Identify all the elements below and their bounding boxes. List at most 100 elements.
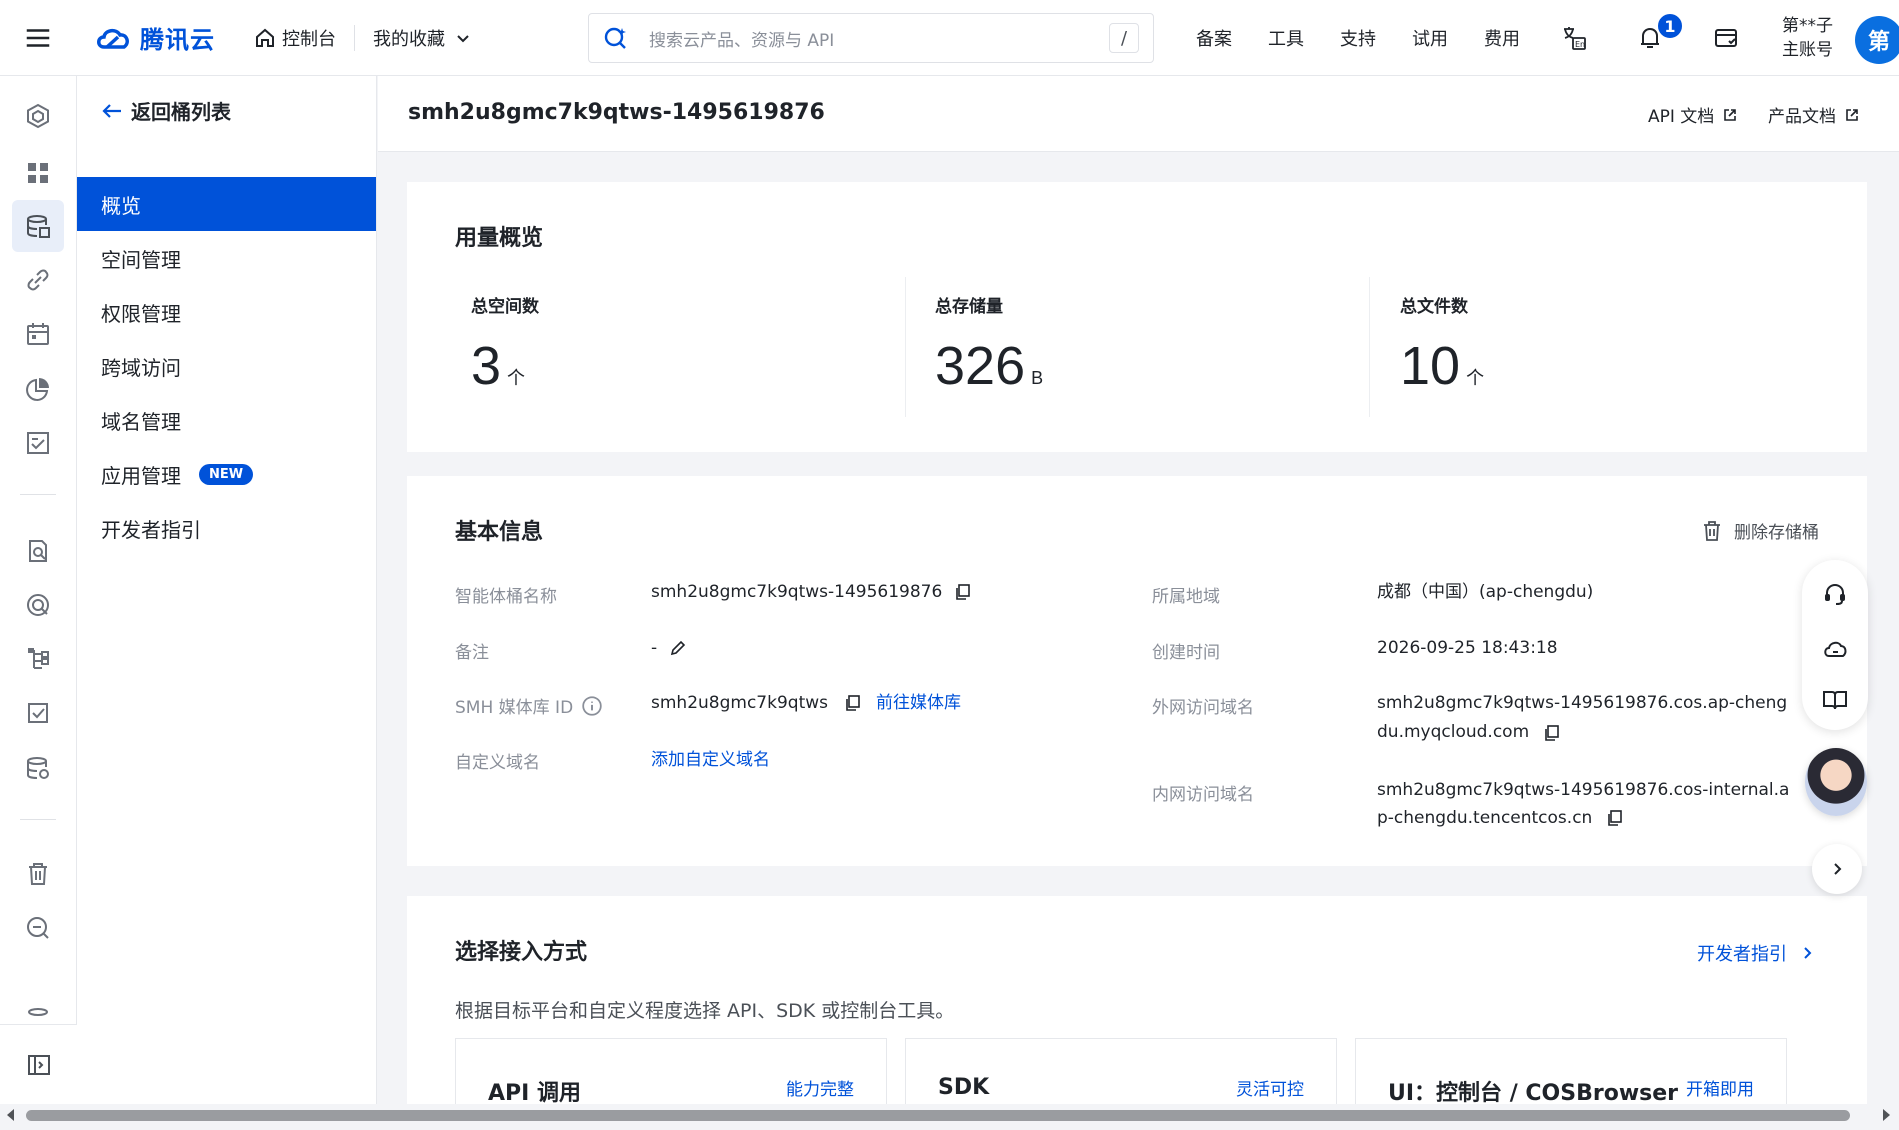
option-title: SDK <box>938 1075 990 1100</box>
stat-label: 总存储量 <box>935 297 1003 317</box>
workflow-icon[interactable] <box>12 633 64 685</box>
sidebar-item-permission-management[interactable]: 权限管理 <box>77 285 376 339</box>
product-doc-label: 产品文档 <box>1768 107 1836 127</box>
smh-id-text: smh2u8gmc7k9qtws <box>651 693 828 713</box>
horizontal-scrollbar[interactable] <box>0 1104 1899 1126</box>
access-option-ui[interactable]: UI：控制台 / COSBrowser 开箱即用 <box>1355 1038 1787 1104</box>
access-option-api[interactable]: API 调用 能力完整 <box>455 1038 887 1104</box>
trash-icon[interactable] <box>12 848 64 900</box>
internal-domain-line1: smh2u8gmc7k9qtws-1495619876.cos-internal… <box>1377 780 1790 800</box>
scrollbar-thumb[interactable] <box>26 1110 1850 1121</box>
expand-panel-button[interactable] <box>1812 844 1862 894</box>
svg-text:En: En <box>1575 40 1585 49</box>
cart-icon[interactable] <box>1710 22 1742 54</box>
top-link-tools[interactable]: 工具 <box>1268 25 1304 51</box>
database-settings-icon[interactable] <box>12 742 64 794</box>
bucket-name-value: smh2u8gmc7k9qtws-1495619876 <box>651 578 972 606</box>
arrow-left-icon <box>102 103 121 118</box>
tencent-cloud-logo[interactable]: 腾讯云 <box>94 20 215 55</box>
basic-info-card: 基本信息 删除存储桶 智能体桶名称 smh2u8gmc7k9qtws-14956… <box>407 476 1867 866</box>
favorites-dropdown[interactable]: 我的收藏 <box>373 25 471 51</box>
sidebar-item-developer-guide[interactable]: 开发者指引 <box>77 501 376 555</box>
chevron-down-icon <box>457 34 469 42</box>
customer-service-icon[interactable] <box>1819 578 1851 610</box>
console-link[interactable]: 控制台 <box>253 25 336 51</box>
copy-icon[interactable] <box>1606 809 1624 827</box>
search-box[interactable]: 搜索云产品、资源与 API / <box>588 13 1154 63</box>
public-domain-label: 外网访问域名 <box>1152 698 1254 718</box>
info-icon[interactable] <box>581 695 603 717</box>
account-info[interactable]: 第**子 主账号 <box>1782 14 1833 62</box>
scroll-left-icon[interactable] <box>4 1107 18 1123</box>
bucket-list-icon[interactable] <box>12 200 64 252</box>
product-doc-link[interactable]: 产品文档 <box>1768 102 1860 127</box>
search-input[interactable]: 搜索云产品、资源与 API <box>649 26 1109 51</box>
top-link-filing[interactable]: 备案 <box>1196 25 1232 51</box>
avatar[interactable]: 第 <box>1855 16 1899 64</box>
api-doc-link[interactable]: API 文档 <box>1648 102 1738 127</box>
calendar-icon[interactable] <box>12 308 64 360</box>
floating-toolbar <box>1802 560 1868 730</box>
sidebar-item-overview[interactable]: 概览 <box>77 177 376 231</box>
divider <box>354 24 355 51</box>
delete-bucket-button[interactable]: 删除存储桶 <box>1700 518 1819 543</box>
task-check-icon[interactable] <box>12 687 64 739</box>
notification-bell-icon[interactable]: 1 <box>1634 12 1684 54</box>
page-header: smh2u8gmc7k9qtws-1495619876 API 文档 产品文档 <box>378 76 1899 152</box>
menu-icon[interactable] <box>0 0 76 76</box>
sidebar-item-label: 概览 <box>101 193 141 218</box>
cos-product-icon[interactable] <box>12 90 64 142</box>
chevron-right-icon <box>1834 863 1842 875</box>
more-storage-icon[interactable] <box>12 994 64 1024</box>
public-domain-line1: smh2u8gmc7k9qtws-1495619876.cos.ap-cheng <box>1377 693 1788 713</box>
remark-text: - <box>651 638 658 658</box>
developer-guide-label: 开发者指引 <box>1697 944 1787 965</box>
top-link-support[interactable]: 支持 <box>1340 25 1376 51</box>
top-link-billing[interactable]: 费用 <box>1484 25 1520 51</box>
ai-assistant-avatar[interactable] <box>1805 748 1867 816</box>
top-link-trial[interactable]: 试用 <box>1412 25 1448 51</box>
scroll-right-icon[interactable] <box>1879 1107 1893 1123</box>
sidebar-item-label: 权限管理 <box>101 301 181 326</box>
top-icon-group: En 1 <box>1558 0 1786 76</box>
copy-icon[interactable] <box>844 694 862 712</box>
docs-book-icon[interactable] <box>1819 684 1851 716</box>
sidebar-item-app-management[interactable]: 应用管理 NEW <box>77 447 376 501</box>
access-option-sdk[interactable]: SDK 灵活可控 <box>905 1038 1337 1104</box>
internal-domain-value: smh2u8gmc7k9qtws-1495619876.cos-internal… <box>1377 776 1789 832</box>
created-time-label: 创建时间 <box>1152 643 1220 663</box>
stat-label: 总空间数 <box>471 297 539 317</box>
option-title: API 调用 <box>488 1081 581 1104</box>
copy-icon[interactable] <box>954 583 972 601</box>
monitor-report-icon[interactable] <box>12 417 64 469</box>
api-doc-label: API 文档 <box>1648 107 1715 127</box>
remark-label: 备注 <box>455 643 489 663</box>
stat-total-storage: 总存储量 326 B <box>935 292 1043 397</box>
stat-unit: B <box>1031 368 1044 388</box>
collapse-sidebar-icon[interactable] <box>0 1024 77 1104</box>
sidebar-item-space-management[interactable]: 空间管理 <box>77 231 376 285</box>
sidebar-item-cors[interactable]: 跨域访问 <box>77 339 376 393</box>
pie-chart-icon[interactable] <box>12 363 64 415</box>
cloud-assistant-icon[interactable] <box>1819 632 1851 664</box>
new-badge: NEW <box>199 463 254 485</box>
go-to-media-library-link[interactable]: 前往媒体库 <box>876 689 961 717</box>
developer-guide-link[interactable]: 开发者指引 <box>1697 940 1815 966</box>
stat-value: 3 <box>471 336 502 396</box>
audit-search-icon[interactable] <box>12 902 64 954</box>
back-to-bucket-list[interactable]: 返回桶列表 <box>101 96 231 125</box>
stat-total-files: 总文件数 10 个 <box>1400 292 1484 397</box>
link-icon[interactable] <box>12 254 64 306</box>
notification-badge: 1 <box>1656 12 1684 40</box>
dashboard-icon[interactable] <box>12 147 64 199</box>
edit-pencil-icon[interactable] <box>669 639 687 657</box>
copy-icon[interactable] <box>1543 724 1561 742</box>
language-icon[interactable]: En <box>1558 22 1590 54</box>
sidebar-item-domain-management[interactable]: 域名管理 <box>77 393 376 447</box>
sidebar-item-label: 应用管理 <box>101 463 181 488</box>
search-file-icon[interactable] <box>12 525 64 577</box>
region-label: 所属地域 <box>1152 587 1220 607</box>
brand-name: 腾讯云 <box>140 26 215 54</box>
data-process-icon[interactable] <box>12 579 64 631</box>
add-custom-domain-link[interactable]: 添加自定义域名 <box>651 746 770 774</box>
